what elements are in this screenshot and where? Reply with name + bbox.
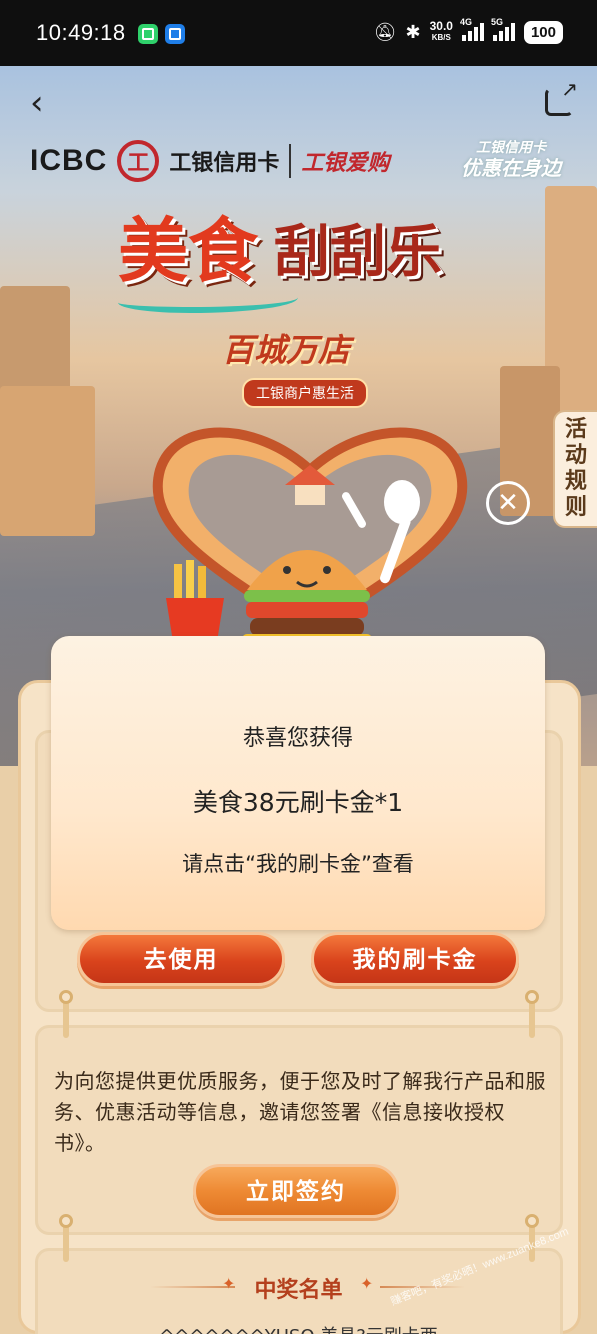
- title-scratch: 刮刮乐: [274, 220, 442, 285]
- hanger-left-2: [63, 1222, 69, 1262]
- badge-line-2: 优惠在身边: [461, 156, 561, 180]
- back-icon[interactable]: ‹: [30, 85, 44, 121]
- activity-rules-tab[interactable]: 活动规则: [553, 410, 597, 528]
- brand-card-name: 工银信用卡: [169, 151, 280, 176]
- ring-left-1: [59, 990, 73, 1004]
- navigation-app-icon: [165, 24, 185, 44]
- winners-title: 中奖名单: [254, 1278, 343, 1303]
- bluetooth-icon: ✱: [405, 22, 421, 42]
- battery-saver-app-icon: [138, 24, 158, 44]
- prize-hint: 请点击“我的刷卡金”查看: [182, 852, 414, 876]
- use-button[interactable]: 去使用: [77, 932, 285, 986]
- ring-left-2: [59, 1214, 73, 1228]
- brand-row: ICBC 工 工银信用卡 工银爱购: [30, 140, 389, 182]
- icbc-logo: ICBC: [30, 144, 108, 177]
- network-speed-value: 30.0: [429, 19, 453, 33]
- hanger-right-1: [529, 998, 535, 1038]
- hanger-left-1: [63, 998, 69, 1038]
- prize-dialog: 恭喜您获得 美食38元刷卡金*1 请点击“我的刷卡金”查看: [51, 636, 545, 930]
- brand-aigou-logo: 工银爱购: [301, 151, 390, 176]
- prize-name: 美食38元刷卡金*1: [192, 788, 404, 817]
- status-time: 10:49:18: [36, 20, 126, 45]
- brand-divider: [289, 144, 292, 178]
- battery-indicator: 100: [523, 20, 563, 44]
- status-bar: 10:49:18 🔕︎ ✱ 30.0 KB/S 4G 5G 100: [0, 0, 597, 66]
- network-speed-unit: KB/S: [431, 33, 451, 42]
- ring-right-1: [525, 990, 539, 1004]
- campaign-subtitle: 百城万店: [222, 331, 351, 369]
- prize-congrats: 恭喜您获得: [242, 726, 353, 751]
- signal-4g-label: 4G: [459, 17, 472, 27]
- building-left-2: [0, 386, 95, 536]
- signal-5g-label: 5G: [490, 17, 503, 27]
- campaign-title: 美食 刮刮乐: [118, 195, 442, 296]
- status-indicators: 🔕︎ ✱ 30.0 KB/S 4G 5G 100: [373, 17, 563, 44]
- share-icon[interactable]: [545, 77, 578, 116]
- badge-line-1: 工银信用卡: [476, 140, 546, 156]
- ring-right-2: [525, 1214, 539, 1228]
- close-dialog-button[interactable]: ✕: [486, 481, 530, 525]
- authorization-text: 为向您提供更优质服务，便于您及时了解我行产品和服务、优惠活动等信息，邀请您签署《…: [54, 1069, 546, 1155]
- campaign-pill: 工银商户惠生活: [242, 378, 368, 408]
- sign-now-button[interactable]: 立即签约: [193, 1164, 399, 1218]
- sparkle-right-icon: ✦: [360, 1274, 374, 1293]
- my-card-credit-button[interactable]: 我的刷卡金: [311, 932, 519, 986]
- network-speed: 30.0 KB/S: [429, 19, 453, 43]
- signal-4g-icon: 4G: [460, 17, 484, 41]
- mute-icon: 🔕︎: [373, 22, 397, 42]
- brand-slogan-badge: 工银信用卡 优惠在身边: [461, 138, 561, 178]
- icbc-seal-icon: 工: [117, 140, 160, 182]
- signal-5g-icon: 5G: [491, 17, 515, 41]
- winner-row: ^^^^^^^YUSO 美具?元刷卡西: [0, 1322, 597, 1334]
- title-food: 美食: [118, 210, 258, 292]
